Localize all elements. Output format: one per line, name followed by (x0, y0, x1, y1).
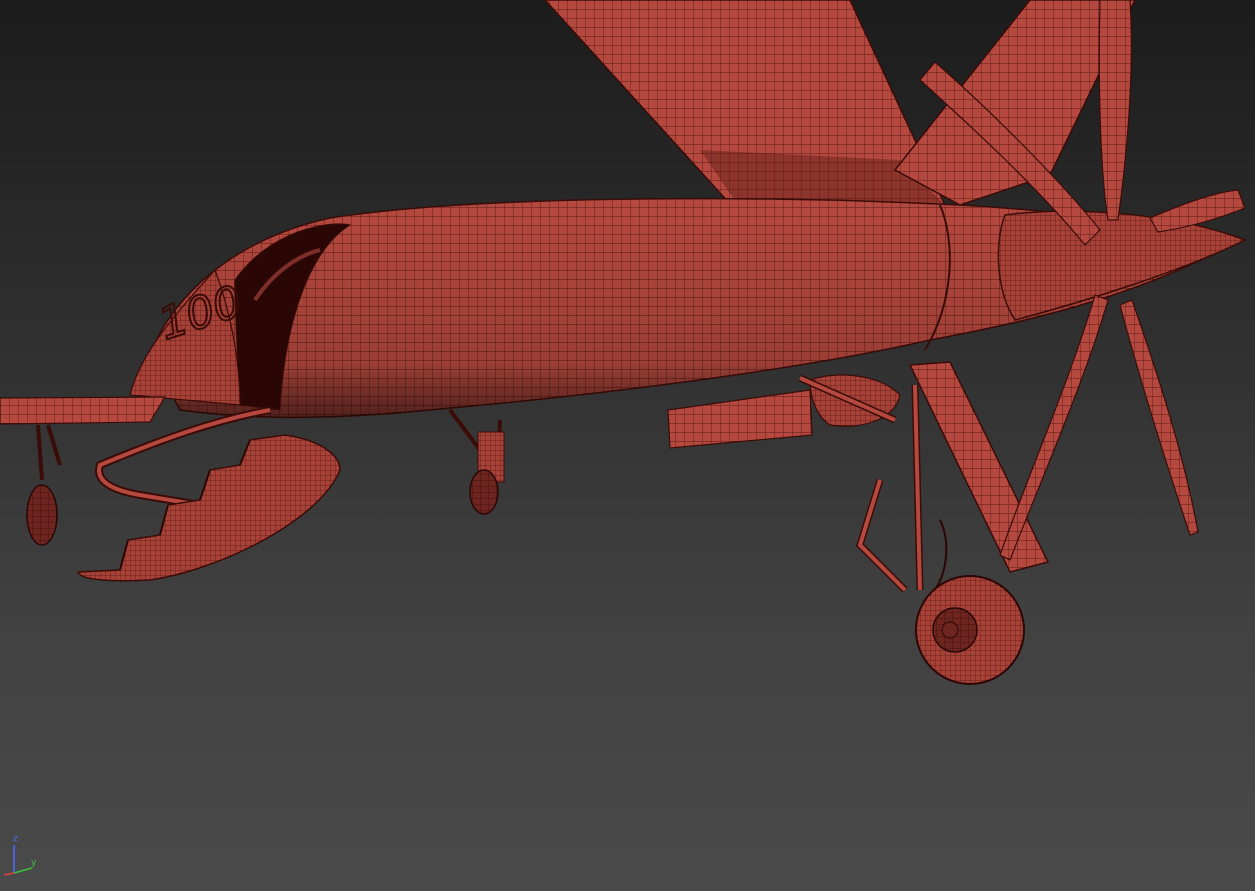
y-axis-line (13, 867, 33, 874)
tail-landing-gear (26, 424, 62, 546)
propeller-blade-lower-left (999, 294, 1109, 561)
aircraft-wireframe-model[interactable]: 100 (0, 0, 1255, 891)
axis-gizmo: z y (2, 835, 42, 879)
belly-fairing (667, 389, 813, 449)
nose-gear-door (908, 361, 1050, 573)
y-axis-label: y (31, 858, 37, 868)
x-axis-line (3, 872, 15, 876)
main-landing-gear (448, 408, 505, 515)
horizontal-stabilizer (0, 396, 167, 425)
z-axis-label: z (13, 834, 18, 844)
3d-viewport[interactable]: 100 z y (0, 0, 1255, 891)
propeller-blade-top (1098, 0, 1132, 221)
propeller-blade-lower-right (1119, 299, 1199, 536)
